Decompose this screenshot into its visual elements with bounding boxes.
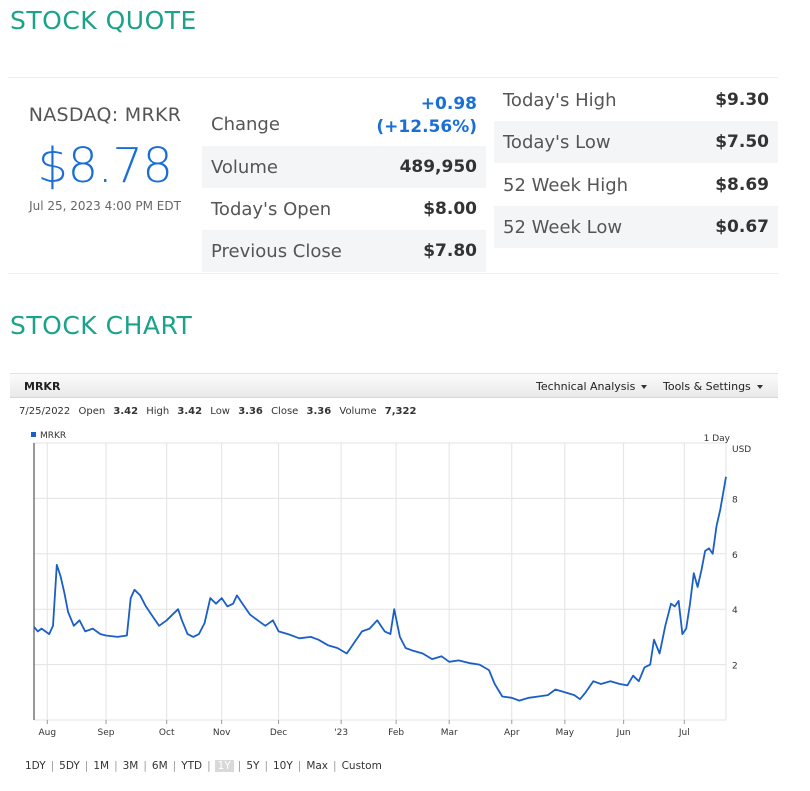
- y-tick-label: 2: [732, 662, 738, 672]
- x-tick-label: '23: [334, 728, 348, 738]
- range-1dy-button[interactable]: 1DY: [24, 760, 47, 772]
- range-separator: |: [264, 760, 268, 772]
- range-separator: |: [297, 760, 302, 772]
- y-tick-label: 8: [732, 495, 738, 505]
- x-tick-label: Jun: [616, 728, 631, 738]
- range-separator: |: [84, 760, 89, 772]
- range-separator: |: [172, 760, 177, 772]
- x-tick-label: Aug: [38, 728, 56, 738]
- currency-label: USD: [732, 445, 751, 455]
- range-separator: |: [333, 760, 337, 772]
- range-3m-button[interactable]: 3M: [122, 760, 140, 772]
- range-separator: |: [207, 760, 211, 772]
- range-separator: |: [143, 760, 147, 772]
- range-custom-button[interactable]: Custom: [341, 760, 383, 772]
- x-tick-label: Dec: [270, 728, 287, 738]
- range-selector: 1DY | 5DY | 1M | 3M | 6M | YTD | 1Y | 5Y | 10Y | Max | Custo…: [24, 760, 383, 772]
- x-tick-label: Sep: [98, 728, 115, 738]
- plot-area: [33, 442, 727, 721]
- range-separator: |: [237, 760, 242, 772]
- legend-label: MRKR: [40, 431, 66, 441]
- y-tick-label: 4: [732, 606, 738, 616]
- x-tick-label: Mar: [441, 728, 458, 738]
- range-separator: |: [114, 760, 118, 772]
- range-max-button[interactable]: Max: [305, 760, 329, 772]
- range-5dy-button[interactable]: 5DY: [58, 760, 81, 772]
- interval-label: 1 Day: [704, 434, 731, 444]
- y-tick-label: 6: [732, 551, 738, 561]
- legend-swatch: [31, 432, 36, 437]
- x-tick-label: Oct: [159, 728, 175, 738]
- range-separator: |: [50, 760, 55, 772]
- range-1m-button[interactable]: 1M: [92, 760, 110, 772]
- range-6m-button[interactable]: 6M: [151, 760, 169, 772]
- range-10y-button[interactable]: 10Y: [272, 760, 294, 772]
- range-ytd-button[interactable]: YTD: [180, 760, 203, 772]
- range-5y-button[interactable]: 5Y: [245, 760, 260, 772]
- price-chart[interactable]: 2 4 6 8 Aug Sep Oct Nov Dec '23 Feb Mar Apr May Jun Jul…: [0, 0, 810, 791]
- range-1y-button[interactable]: 1Y: [214, 760, 234, 772]
- x-tick-label: Feb: [388, 728, 404, 738]
- x-tick-label: Apr: [504, 728, 520, 738]
- x-tick-label: Jul: [678, 728, 690, 738]
- x-tick-label: May: [556, 728, 575, 738]
- x-tick-label: Nov: [213, 728, 231, 738]
